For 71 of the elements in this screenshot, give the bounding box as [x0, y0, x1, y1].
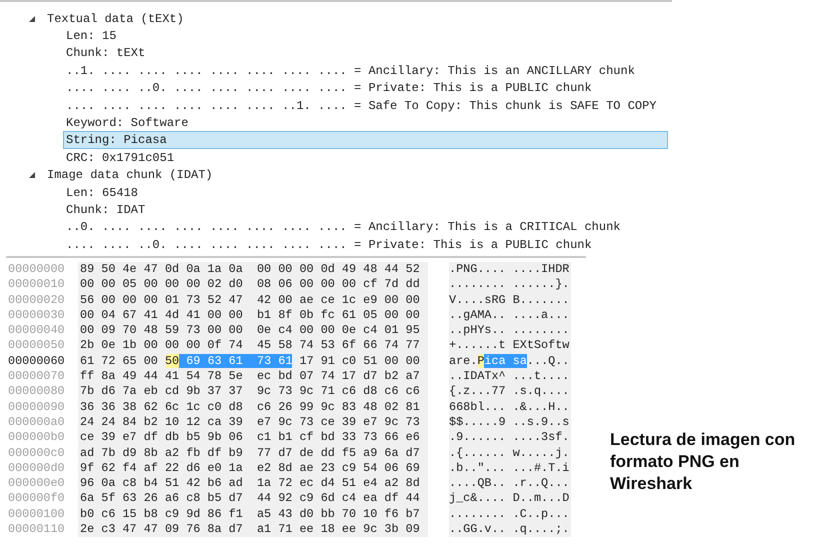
ascii-text: .b.."... ...#.T.i	[449, 460, 571, 476]
hex-bytes: 6a 5f 63 26 a6 c8 b5 d7 44 92 c9 6d c4 ea df 44	[78, 491, 428, 507]
offset-label: 00000030	[7, 308, 66, 324]
ascii-text: +......t EXtSoftw	[449, 338, 571, 354]
offset-label: 00000000	[7, 262, 66, 278]
hex-bytes: ff 8a 49 44 41 54 78 5e ec bd 07 74 17 d7 b2 a7	[78, 369, 428, 384]
ascii-text: j_c&.... D..m...D	[449, 491, 571, 507]
offset-label: 000000f0	[7, 491, 66, 507]
hex-bytes: 96 0a c8 b4 51 42 b6 ad 1a 72 ec d4 51 e4 a2 8d	[78, 476, 428, 492]
hex-bytes: 00 00 05 00 00 00 02 d0 08 06 00 00 00 cf 7d dd	[78, 277, 428, 293]
tree-item[interactable]: Image data chunk (IDAT)	[44, 166, 216, 184]
hex-bytes: 00 04 67 41 4d 41 00 00 b1 8f 0b fc 61 05 00 00	[78, 308, 428, 324]
ascii-text: ..pHYs.. ........	[449, 323, 571, 338]
offset-label: 000000d0	[7, 460, 66, 476]
tree-item[interactable]: .... .... ..0. .... .... .... .... .... = Private: This is a PUBLIC chunk	[63, 236, 595, 254]
hex-bytes: 00 09 70 48 59 73 00 00 0e c4 00 00 0e c4 01 95	[78, 323, 428, 338]
offset-label: 00000070	[7, 369, 66, 384]
ascii-text: are.Pica sa...Q..	[449, 354, 571, 370]
expanded-triangle-icon[interactable]	[28, 171, 36, 180]
ascii-text: ..GG.v.. .q....;.	[449, 522, 571, 538]
tree-item[interactable]: ..0. .... .... .... .... .... .... .... = Ancillary: This is a CRITICAL chunk	[63, 218, 624, 236]
offset-label: 00000060	[7, 354, 66, 370]
ascii-text: .PNG.... ....IHDR	[449, 262, 571, 278]
offset-label: 00000050	[7, 338, 66, 354]
hex-bytes: 61 72 65 00 50 69 63 61 73 61 17 91 c0 51 00 00	[78, 354, 428, 370]
offset-label: 00000110	[7, 522, 66, 538]
offset-label: 000000c0	[7, 446, 66, 461]
ascii-text: ..IDATx^ ...t....	[449, 369, 571, 384]
ascii-text: .9...... ....3sf.	[449, 430, 571, 446]
ascii-text: ........ ......}.	[449, 277, 571, 293]
expanded-triangle-icon[interactable]	[28, 14, 36, 23]
offset-label: 00000100	[7, 506, 66, 522]
hex-bytes: 56 00 00 00 01 73 52 47 42 00 ae ce 1c e9 00 00	[78, 292, 428, 308]
offset-label: 000000e0	[7, 476, 66, 492]
offset-label: 00000020	[7, 292, 66, 308]
ascii-text: $$.....9 ..s.9..s	[449, 414, 571, 430]
caption: Lectura de imagen con formato PNG en Wireshark	[610, 429, 796, 495]
tree-item[interactable]: Len: 65418	[63, 184, 142, 202]
tree-item[interactable]: .... .... .... .... .... .... ..1. .... = Safe To Copy: This chunk is SAFE TO COPY	[63, 96, 660, 115]
offset-label: 00000040	[7, 323, 66, 338]
tree-item[interactable]: ..1. .... .... .... .... .... .... .... = Ancillary: This is an ANCILLARY chunk	[63, 62, 638, 80]
offset-label: 000000b0	[7, 430, 66, 446]
ascii-text: {.z...77 .s.q....	[449, 384, 571, 400]
hex-bytes: 7b d6 7a eb cd 9b 37 37 9c 73 9c 71 c6 d8 c6 c6	[78, 384, 428, 400]
offset-label: 00000090	[7, 400, 66, 415]
tree-item[interactable]: String: Picasa	[63, 131, 668, 150]
ascii-text: ........ .C..p...	[449, 506, 571, 522]
tree-item[interactable]: Chunk: tEXt	[63, 44, 148, 62]
hex-bytes: 9f 62 f4 af 22 d6 e0 1a e2 8d ae 23 c9 54 06 69	[78, 460, 428, 476]
tree-item[interactable]: Keyword: Software	[63, 114, 192, 132]
ascii-text: 668bl... .&...H..	[449, 400, 571, 415]
hex-bytes: b0 c6 15 b8 c9 9d 86 f1 a5 43 d0 bb 70 10 f6 b7	[78, 506, 428, 522]
tree-item[interactable]: Textual data (tEXt)	[44, 10, 187, 28]
ascii-text: V....sRG B.......	[449, 292, 571, 308]
tree-item[interactable]: Chunk: IDAT	[63, 201, 148, 219]
tree-item[interactable]: Len: 15	[63, 27, 120, 46]
tree-item[interactable]: .... .... ..0. .... .... .... .... .... = Private: This is a PUBLIC chunk	[63, 79, 595, 98]
hex-bytes: 89 50 4e 47 0d 0a 1a 0a 00 00 00 0d 49 48 44 52	[78, 262, 428, 278]
ascii-text: .{...... w.....j.	[449, 446, 571, 461]
hex-bytes: 2b 0e 1b 00 00 00 0f 74 45 58 74 53 6f 66 74 77	[78, 338, 428, 354]
ascii-text: ....QB.. .r..Q...	[449, 476, 571, 492]
offset-label: 00000010	[7, 277, 66, 293]
tree-item[interactable]: CRC: 0x1791c051	[63, 148, 178, 167]
hex-bytes: ad 7b d9 8b a2 fb df b9 77 d7 de dd f5 a9 6a d7	[78, 446, 428, 461]
hex-bytes: ce 39 e7 df db b5 9b 06 c1 b1 cf bd 33 73 66 e6	[78, 430, 428, 446]
ascii-text: ..gAMA.. ....a...	[449, 308, 571, 324]
offset-label: 00000080	[7, 384, 66, 400]
offset-label: 000000a0	[7, 414, 66, 430]
hex-bytes: 24 24 84 b2 10 12 ca 39 e7 9c 73 ce 39 e7 9c 73	[78, 414, 428, 430]
hex-bytes: 36 36 38 62 6c 1c c0 d8 c6 26 99 9c 83 48 02 81	[78, 400, 428, 415]
hex-bytes: 2e c3 47 47 09 76 8a d7 a1 71 ee 18 ee 9c 3b 09	[78, 522, 428, 538]
